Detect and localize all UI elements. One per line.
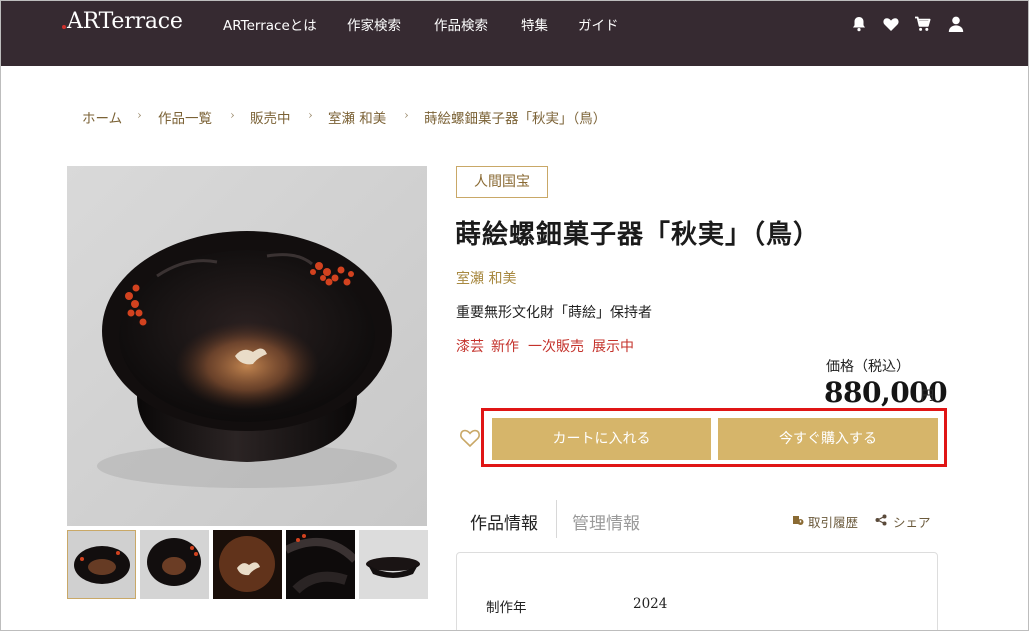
breadcrumb-separator: › bbox=[404, 108, 409, 122]
thumbnail-5[interactable] bbox=[359, 530, 428, 599]
history-icon bbox=[793, 516, 804, 525]
site-header: ARTerrace ARTerraceとは 作家検索 作品検索 特集 ガイド bbox=[1, 1, 1028, 66]
breadcrumb-separator: › bbox=[308, 108, 313, 122]
thumbnail-rim-image bbox=[286, 530, 355, 599]
tab-divider bbox=[556, 500, 557, 538]
lacquer-bowl-illustration bbox=[97, 231, 397, 488]
share-icon bbox=[875, 514, 887, 526]
thumbnail-1[interactable] bbox=[67, 530, 136, 599]
nav-guide[interactable]: ガイド bbox=[578, 14, 619, 34]
price-currency: 円 bbox=[921, 389, 935, 404]
breadcrumb-home[interactable]: ホーム bbox=[82, 107, 122, 127]
thumbnail-2[interactable] bbox=[140, 530, 209, 599]
tab-management-info[interactable]: 管理情報 bbox=[572, 509, 640, 534]
breadcrumb-on-sale[interactable]: 販売中 bbox=[250, 107, 291, 127]
thumbnail-side-image bbox=[359, 530, 428, 599]
info-label-year: 制作年 bbox=[486, 600, 527, 616]
breadcrumb-separator: › bbox=[230, 108, 235, 122]
product-title: 蒔絵螺鈿菓子器「秋実」（鳥） bbox=[455, 220, 821, 250]
nav-work-search[interactable]: 作品検索 bbox=[434, 14, 488, 34]
add-to-cart-button[interactable]: カートに入れる bbox=[492, 418, 711, 460]
info-value-year: 2024 bbox=[633, 596, 668, 612]
product-main-image[interactable] bbox=[67, 166, 427, 526]
logo-dot bbox=[62, 25, 66, 29]
thumbnail-bowl-image bbox=[68, 531, 135, 598]
thumbnail-4[interactable] bbox=[286, 530, 355, 599]
tag-lacquer: 漆芸 bbox=[456, 339, 484, 355]
tag-on-display: 展示中 bbox=[592, 339, 634, 355]
tag-new-work: 新作 bbox=[491, 339, 519, 355]
bell-icon[interactable] bbox=[850, 15, 868, 33]
thumbnail-3[interactable] bbox=[213, 530, 282, 599]
breadcrumb-works[interactable]: 作品一覧 bbox=[158, 107, 212, 127]
breadcrumb-artist[interactable]: 室瀬 和美 bbox=[328, 107, 386, 127]
thumbnail-closeup-image bbox=[213, 530, 282, 599]
user-icon[interactable] bbox=[947, 15, 965, 33]
buy-now-button[interactable]: 今すぐ購入する bbox=[718, 418, 938, 460]
work-info-card bbox=[456, 552, 938, 631]
nav-artist-search[interactable]: 作家検索 bbox=[347, 14, 401, 34]
favorite-heart-icon[interactable] bbox=[459, 428, 481, 448]
artist-credential: 重要無形文化財「蒔絵」保持者 bbox=[456, 305, 652, 321]
transaction-history-link[interactable]: 取引履歴 bbox=[808, 512, 858, 531]
thumbnail-bowl-top-image bbox=[140, 530, 209, 599]
site-logo[interactable]: ARTerrace bbox=[62, 9, 183, 34]
logo-text: ARTerrace bbox=[67, 9, 183, 34]
price-label: 価格（税込） bbox=[826, 359, 910, 375]
artist-name[interactable]: 室瀬 和美 bbox=[456, 268, 516, 288]
heart-icon[interactable] bbox=[882, 15, 900, 33]
nav-features[interactable]: 特集 bbox=[521, 14, 548, 34]
breadcrumb-current: 蒔絵螺鈿菓子器「秋実」（鳥） bbox=[424, 111, 607, 127]
cart-icon[interactable] bbox=[914, 15, 932, 33]
national-treasure-badge: 人間国宝 bbox=[456, 166, 548, 198]
nav-about[interactable]: ARTerraceとは bbox=[223, 14, 317, 34]
tag-primary-sale: 一次販売 bbox=[528, 339, 584, 355]
share-link[interactable]: シェア bbox=[893, 512, 931, 531]
breadcrumb-separator: › bbox=[137, 108, 142, 122]
tab-work-info[interactable]: 作品情報 bbox=[470, 509, 538, 534]
